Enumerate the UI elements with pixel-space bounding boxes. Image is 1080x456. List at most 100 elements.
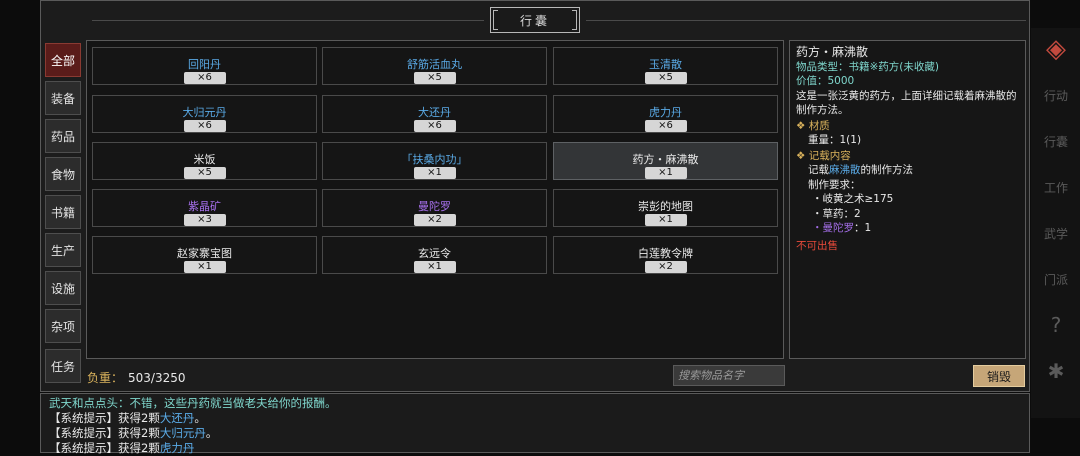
item-name: 米饭	[193, 153, 216, 166]
item-slot[interactable]: 曼陀罗 ×2	[322, 189, 547, 227]
detail-description: 这是一张泛黄的药方，上面详细记载着麻沸散的制作方法。	[796, 89, 1017, 117]
help-icon[interactable]: ?	[1037, 306, 1075, 344]
item-slot[interactable]: 回阳丹 ×6	[92, 47, 317, 85]
item-slot[interactable]: 虎力丹 ×6	[553, 95, 778, 133]
material-header: 材质	[808, 119, 830, 132]
item-count-badge: ×5	[413, 72, 456, 84]
detail-value-number: 5000	[827, 75, 855, 87]
item-slot[interactable]: 玄远令 ×1	[322, 236, 547, 274]
log-suffix: 。	[194, 411, 206, 425]
item-slot[interactable]: 舒筋活血丸 ×5	[322, 47, 547, 85]
message-log: 武天和点点头：不错，这些丹药就当做老夫给你的报酬。 【系统提示】获得2颗大还丹。…	[40, 393, 1030, 455]
xingnang-icon[interactable]: 行囊	[1037, 122, 1075, 160]
item-name: 赵家寨宝图	[177, 247, 232, 260]
recipe-link[interactable]: 麻沸散	[829, 164, 861, 176]
requirement-herb: ・草药：2	[812, 207, 861, 220]
item-name: 「扶桑内功」	[401, 153, 468, 166]
item-name: 回阳丹	[188, 58, 221, 71]
item-slot[interactable]: 紫晶矿 ×3	[92, 189, 317, 227]
detail-value-label: 价值：	[796, 75, 828, 87]
log-item-link[interactable]: 大还丹	[160, 411, 195, 425]
wuxue-icon[interactable]: 武学	[1037, 214, 1075, 252]
item-name: 崇彭的地图	[638, 200, 693, 213]
item-count-badge: ×6	[644, 120, 687, 132]
detail-type-value: 书籍※药方(未收藏)	[848, 60, 940, 73]
item-count-badge: ×1	[644, 167, 687, 179]
diamond-bullet-icon: ❖	[796, 119, 809, 132]
carry-weight-label: 负重：	[87, 371, 124, 385]
not-sellable-note: 不可出售	[796, 239, 838, 252]
material-section: ❖ 材质	[796, 119, 1019, 134]
item-count-badge: ×1	[413, 167, 456, 179]
tab-misc[interactable]: 杂项	[45, 309, 81, 343]
carry-weight-value: 503/3250	[128, 371, 186, 385]
menpai-icon[interactable]: 门派	[1037, 260, 1075, 298]
destroy-button[interactable]: 销毁	[973, 365, 1025, 387]
item-name: 虎力丹	[649, 106, 682, 119]
tab-quest[interactable]: 任务	[45, 349, 81, 383]
log-prefix: 【系统提示】获得2颗	[49, 426, 160, 440]
item-count-badge: ×1	[644, 214, 687, 226]
item-slot[interactable]: 玉清散 ×5	[553, 47, 778, 85]
log-line: 【系统提示】获得2颗大归元丹。	[49, 426, 1021, 441]
item-name: 白莲教令牌	[638, 247, 693, 260]
item-name: 药方・麻沸散	[632, 153, 699, 166]
window-title: 行囊	[490, 7, 580, 33]
item-name: 大还丹	[418, 106, 451, 119]
item-slot[interactable]: 米饭 ×5	[92, 142, 317, 180]
log-line: 【系统提示】获得2颗大还丹。	[49, 411, 1021, 426]
settings-icon[interactable]: ✱	[1037, 352, 1075, 390]
item-name: 玄远令	[418, 247, 451, 260]
detail-value: 价值：5000	[796, 74, 1019, 89]
item-count-badge: ×1	[413, 261, 456, 273]
item-slot[interactable]: 药方・麻沸散 ×1	[553, 142, 778, 180]
tab-food[interactable]: 食物	[45, 157, 81, 191]
item-name: 舒筋活血丸	[407, 58, 462, 71]
item-count-badge: ×5	[183, 167, 226, 179]
tab-production[interactable]: 生产	[45, 233, 81, 267]
xingdong-icon[interactable]: 行动	[1037, 76, 1075, 114]
item-slot[interactable]: 大还丹 ×6	[322, 95, 547, 133]
side-menu: ◈ 行动 行囊 工作 武学 门派 ? ✱	[1031, 28, 1080, 418]
content-section: ❖ 记载内容	[796, 149, 1019, 164]
requirement-skill: ・岐黄之术≥175	[812, 193, 894, 205]
item-count-badge: ×2	[413, 214, 456, 226]
log-line: 武天和点点头：不错，这些丹药就当做老夫给你的报酬。	[49, 396, 337, 410]
gongzuo-icon[interactable]: 工作	[1037, 168, 1075, 206]
item-slot[interactable]: 赵家寨宝图 ×1	[92, 236, 317, 274]
item-count-badge: ×2	[644, 261, 687, 273]
requirement-mandala: ・曼陀罗：1	[796, 221, 1019, 236]
content-post: 的制作方法	[860, 164, 914, 176]
diamond-bullet-icon: ❖	[796, 149, 809, 162]
item-count-badge: ×3	[183, 214, 226, 226]
item-count-badge: ×5	[644, 72, 687, 84]
content-pre: 记载	[808, 164, 829, 176]
item-name: 曼陀罗	[418, 200, 451, 213]
tab-all[interactable]: 全部	[45, 43, 81, 77]
item-search-input[interactable]	[673, 365, 785, 386]
item-slot[interactable]: 大归元丹 ×6	[92, 95, 317, 133]
content-line: 记载麻沸散的制作方法	[796, 163, 1019, 178]
log-prefix: 【系统提示】获得2颗	[49, 441, 160, 455]
item-slot[interactable]: 白莲教令牌 ×2	[553, 236, 778, 274]
item-name: 大归元丹	[182, 106, 227, 119]
weight-line: 重量：1(1)	[808, 134, 862, 146]
item-slot[interactable]: 「扶桑内功」 ×1	[322, 142, 547, 180]
title-rule-left	[92, 20, 484, 21]
diamond-arrow-icon[interactable]: ◈	[1037, 30, 1075, 68]
tab-books[interactable]: 书籍	[45, 195, 81, 229]
mandala-name: ・曼陀罗	[812, 222, 854, 234]
tab-facilities[interactable]: 设施	[45, 271, 81, 305]
log-item-link[interactable]: 大归元丹	[160, 426, 206, 440]
item-name: 紫晶矿	[188, 200, 221, 213]
mandala-count: ：1	[854, 222, 872, 234]
item-slot[interactable]: 崇彭的地图 ×1	[553, 189, 778, 227]
log-item-link[interactable]: 虎力丹	[160, 441, 195, 455]
item-count-badge: ×6	[183, 72, 226, 84]
tab-equipment[interactable]: 装备	[45, 81, 81, 115]
log-prefix: 【系统提示】获得2颗	[49, 411, 160, 425]
tab-medicine[interactable]: 药品	[45, 119, 81, 153]
title-rule-right	[586, 20, 1026, 21]
item-detail-panel: 药方・麻沸散 物品类型：书籍※药方(未收藏) 价值：5000 这是一张泛黄的药方…	[789, 40, 1026, 359]
content-header: 记载内容	[808, 149, 851, 162]
